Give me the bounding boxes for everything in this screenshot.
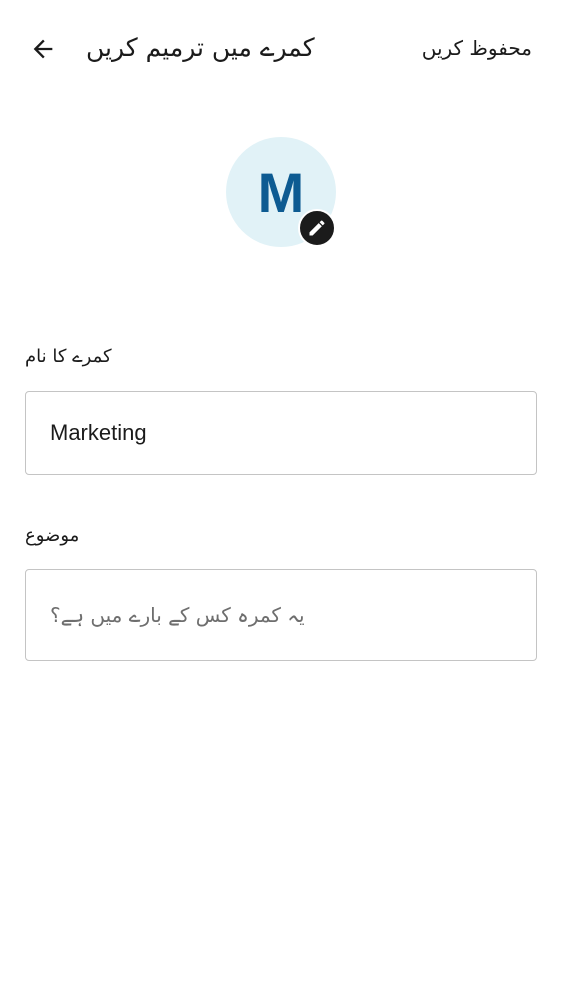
save-button[interactable]: محفوظ کریں [422, 32, 532, 64]
edit-avatar-button[interactable] [298, 209, 336, 247]
topic-label: موضوع [25, 525, 80, 546]
top-app-bar: کمرے میں ترمیم کریں محفوظ کریں [0, 0, 562, 96]
arrow-left-icon [33, 39, 53, 59]
room-name-value: Marketing [50, 420, 147, 445]
room-name-input[interactable]: Marketing [25, 391, 537, 475]
back-button[interactable] [22, 28, 64, 70]
topic-placeholder: یہ کمرہ کس کے بارے میں ہے؟ [50, 603, 305, 627]
pencil-icon [309, 220, 325, 236]
page-title: کمرے میں ترمیم کریں [86, 33, 315, 62]
topic-input[interactable]: یہ کمرہ کس کے بارے میں ہے؟ [25, 569, 537, 661]
room-name-label: کمرے کا نام [25, 346, 112, 367]
room-avatar-container: M [226, 137, 336, 247]
